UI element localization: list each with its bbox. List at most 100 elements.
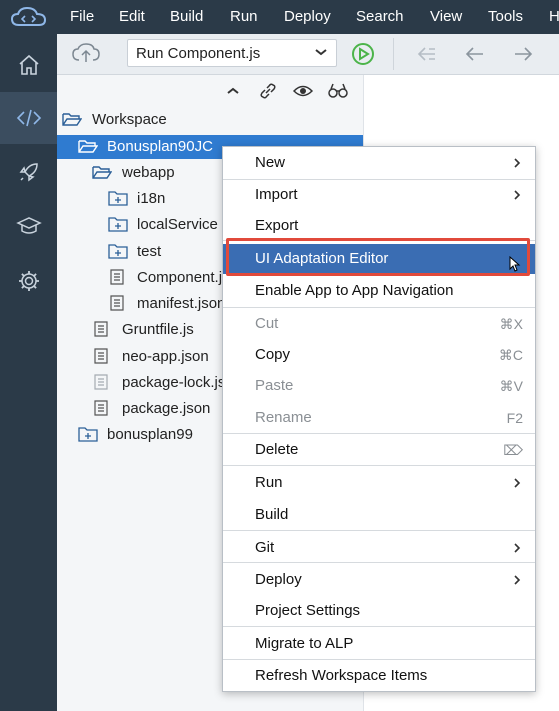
menu-search[interactable]: Search	[356, 8, 404, 25]
menu-bar: File Edit Build Run Deploy Search View T…	[0, 0, 559, 34]
menu-item-git[interactable]: Git	[223, 534, 535, 562]
menu-item-shortcut: ⌘V	[499, 378, 523, 394]
left-nav	[0, 34, 57, 711]
nav-learning[interactable]	[0, 200, 57, 252]
tree-item-label: Bonusplan90JC	[107, 138, 213, 155]
gear-icon	[18, 271, 39, 291]
file-icon	[94, 374, 108, 390]
tree-item-workspace[interactable]: Workspace	[57, 108, 363, 132]
chevron-right-icon	[514, 575, 521, 585]
main-toolbar: Run Component.js	[57, 34, 559, 75]
run-config-select[interactable]: Run Component.js	[127, 39, 337, 67]
menu-item-import[interactable]: Import	[223, 181, 535, 209]
tree-item-label: i18n	[137, 190, 166, 207]
rocket-icon	[19, 163, 38, 182]
menu-item-refresh-workspace-items[interactable]: Refresh Workspace Items	[223, 662, 535, 690]
menu-separator	[223, 530, 535, 531]
arrow-right-icon[interactable]	[511, 43, 535, 65]
menu-item-deploy[interactable]: Deploy	[223, 566, 535, 594]
menu-edit[interactable]: Edit	[119, 8, 145, 25]
tree-item-label: Component.js	[137, 269, 230, 286]
menu-separator	[223, 626, 535, 627]
menu-item-label: Cut	[255, 315, 279, 332]
chevron-up-icon[interactable]	[225, 85, 241, 97]
menu-item-enable-app-to-app-navigation[interactable]: Enable App to App Navigation	[223, 277, 535, 305]
cloud-code-icon[interactable]	[10, 6, 48, 28]
menu-item-shortcut: ⌘C	[498, 347, 523, 363]
menu-tools[interactable]: Tools	[488, 8, 523, 25]
tree-item-label: webapp	[122, 164, 175, 181]
tree-item-label: manifest.json	[137, 295, 226, 312]
menu-item-label: Refresh Workspace Items	[255, 667, 428, 684]
chevron-right-icon	[514, 478, 521, 488]
menu-item-label: Run	[255, 474, 283, 491]
menu-separator	[223, 562, 535, 563]
menu-item-shortcut: ⌦	[503, 442, 523, 458]
folder-plus-icon	[108, 191, 128, 206]
menu-item-project-settings[interactable]: Project Settings	[223, 597, 535, 625]
highlight-annotation-box	[226, 238, 530, 276]
menu-separator	[223, 659, 535, 660]
folder-plus-icon	[108, 244, 128, 259]
menu-item-label: Paste	[255, 377, 294, 394]
nav-development[interactable]	[0, 92, 57, 144]
menu-item-run[interactable]: Run	[223, 469, 535, 497]
file-icon	[94, 348, 108, 364]
cloud-upload-icon[interactable]	[71, 42, 101, 64]
eye-icon[interactable]	[293, 83, 313, 99]
code-icon	[16, 109, 41, 127]
menu-item-build[interactable]: Build	[223, 501, 535, 529]
menu-item-label: Enable App to App Navigation	[255, 282, 454, 299]
menu-item-label: New	[255, 154, 286, 171]
tree-item-label: neo-app.json	[122, 348, 209, 365]
menu-item-rename[interactable]: Rename F2	[223, 404, 535, 432]
tree-item-label: bonusplan99	[107, 426, 193, 443]
menu-item-copy[interactable]: Copy ⌘C	[223, 341, 535, 369]
menu-item-new[interactable]: New	[223, 149, 535, 177]
menu-item-cut[interactable]: Cut ⌘X	[223, 310, 535, 338]
context-menu: New Import Export UI Adaptation Editor E…	[222, 146, 536, 692]
chevron-down-icon	[315, 49, 327, 56]
folder-open-icon	[92, 166, 112, 179]
menu-item-migrate-to-alp[interactable]: Migrate to ALP	[223, 630, 535, 658]
toolbar-divider	[393, 38, 394, 70]
menu-deploy[interactable]: Deploy	[284, 8, 331, 25]
folder-open-icon	[78, 140, 98, 153]
nav-home[interactable]	[0, 39, 57, 91]
menu-item-paste[interactable]: Paste ⌘V	[223, 372, 535, 400]
tree-item-label: Gruntfile.js	[122, 321, 194, 338]
chevron-right-icon	[514, 190, 521, 200]
arrow-left-icon[interactable]	[463, 43, 487, 65]
menu-separator	[223, 465, 535, 466]
menu-run[interactable]: Run	[230, 8, 258, 25]
menu-item-label: Delete	[255, 441, 299, 458]
graduation-cap-icon	[15, 217, 42, 234]
menu-item-export[interactable]: Export	[223, 212, 535, 240]
menu-item-label: Migrate to ALP	[255, 635, 354, 652]
nav-settings[interactable]	[0, 255, 57, 307]
menu-file[interactable]: File	[70, 8, 94, 25]
file-icon	[110, 295, 124, 311]
link-icon[interactable]	[259, 82, 277, 100]
menu-item-label: Import	[255, 186, 298, 203]
run-icon[interactable]	[351, 42, 375, 66]
menu-view[interactable]: View	[430, 8, 462, 25]
menu-item-delete[interactable]: Delete ⌦	[223, 436, 535, 464]
file-icon	[94, 321, 108, 337]
menu-item-shortcut: ⌘X	[499, 316, 523, 332]
tree-item-label: package.json	[122, 400, 211, 417]
menu-help[interactable]: H	[549, 8, 559, 25]
menu-item-label: Git	[255, 539, 275, 556]
nav-deploy[interactable]	[0, 146, 57, 198]
binoculars-icon[interactable]	[327, 82, 349, 100]
menu-item-label: Build	[255, 506, 289, 523]
menu-item-label: Export	[255, 217, 299, 234]
folder-open-icon	[62, 113, 82, 126]
menu-item-label: Deploy	[255, 571, 302, 588]
menu-build[interactable]: Build	[170, 8, 203, 25]
tree-item-label: test	[137, 243, 162, 260]
menu-item-shortcut: F2	[506, 410, 523, 426]
back-to-previous-icon[interactable]	[415, 43, 439, 65]
chevron-right-icon	[514, 158, 521, 168]
folder-plus-icon	[78, 427, 98, 442]
